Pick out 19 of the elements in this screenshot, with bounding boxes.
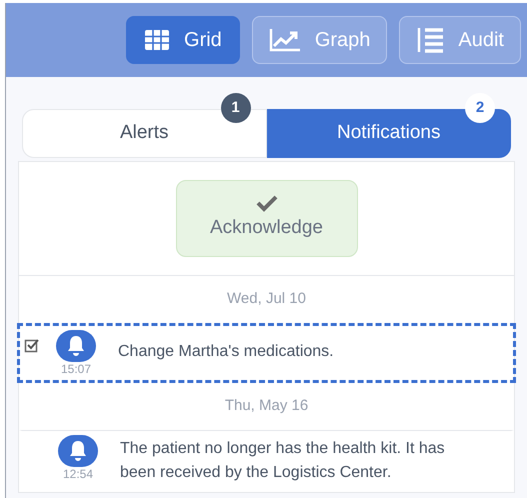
notification-text: Change Martha's medications. [117, 342, 335, 362]
count-badge: 2 [465, 93, 495, 123]
checkmark-icon [256, 194, 278, 212]
notification-item[interactable]: 12:54 The patient no longer has the health kit. It has been received by the Logistics Center. [19, 430, 514, 492]
time-label: 12:54 [62, 467, 94, 481]
date-header: Wed, Jul 10 [226, 289, 307, 310]
time-label: 15:07 [60, 362, 92, 376]
notification-item[interactable]: 15:07 Change Martha's medications. [17, 323, 516, 383]
bell-icon [56, 330, 96, 362]
bell-icon [58, 435, 98, 467]
count-badge: 1 [220, 93, 250, 123]
checkbox[interactable] [24, 338, 40, 354]
list-icon [416, 27, 444, 53]
notification-text: The patient no longer has the health kit. It has been received by the Logistics Center. [119, 439, 446, 483]
acknowledge-button[interactable]: Acknowledge [176, 180, 358, 257]
date-header: Thu, May 16 [224, 396, 310, 416]
view-button[interactable]: Grid [126, 16, 240, 64]
grid-icon [144, 29, 170, 51]
line-chart-icon [268, 28, 301, 52]
